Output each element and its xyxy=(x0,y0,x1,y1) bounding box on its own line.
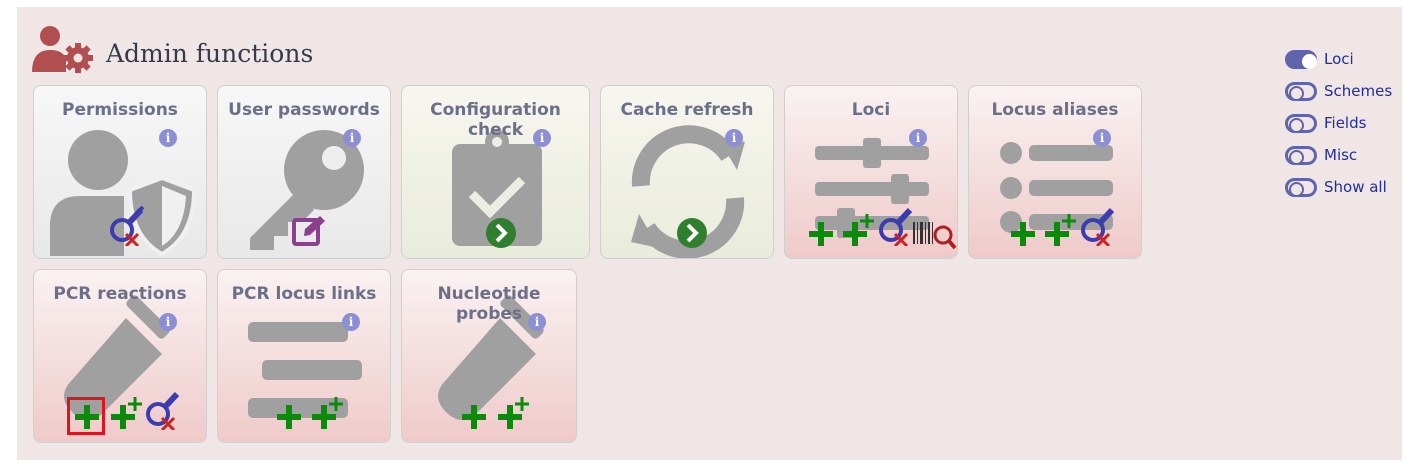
tile-locus-aliases[interactable]: Locus aliases i xyxy=(968,85,1142,259)
toggle-label[interactable]: Schemes xyxy=(1324,82,1392,100)
tile-user-passwords[interactable]: User passwords i xyxy=(217,85,391,259)
batch-add-icon[interactable] xyxy=(496,395,532,431)
toggle-label[interactable]: Loci xyxy=(1324,50,1354,68)
toggle-show-all[interactable]: Show all xyxy=(1285,171,1392,203)
toggle-switch[interactable] xyxy=(1285,177,1317,197)
query-edit-icon[interactable] xyxy=(144,390,182,430)
toggle-label[interactable]: Fields xyxy=(1324,114,1366,132)
tile-pcr-reactions[interactable]: PCR reactions i xyxy=(33,269,207,443)
info-icon[interactable]: i xyxy=(159,313,177,331)
toggle-misc[interactable]: Misc xyxy=(1285,139,1392,171)
toggle-switch[interactable] xyxy=(1285,81,1317,101)
info-icon[interactable]: i xyxy=(343,129,361,147)
add-icon[interactable] xyxy=(275,403,303,431)
admin-user-gear-icon xyxy=(32,26,93,73)
info-icon[interactable]: i xyxy=(725,129,743,147)
toggle-switch[interactable] xyxy=(1285,49,1317,69)
admin-header: Admin functions xyxy=(32,24,313,76)
batch-add-icon[interactable] xyxy=(109,395,145,431)
highlight-box xyxy=(67,397,105,435)
query-edit-icon[interactable] xyxy=(1079,206,1117,246)
add-icon[interactable] xyxy=(460,403,488,431)
tile-title: Permissions xyxy=(62,100,178,120)
go-icon[interactable] xyxy=(486,218,516,248)
page-title: Admin functions xyxy=(106,38,314,68)
toggle-label[interactable]: Show all xyxy=(1324,178,1387,196)
tile-title: Nucleotide probes xyxy=(437,284,541,324)
add-icon[interactable] xyxy=(1009,220,1037,248)
barcode-search-icon[interactable] xyxy=(913,220,957,250)
tile-cache-refresh[interactable]: Cache refresh i xyxy=(600,85,774,259)
add-icon[interactable] xyxy=(807,220,835,248)
tile-title: User passwords xyxy=(228,100,380,120)
edit-icon[interactable] xyxy=(292,214,328,248)
toggle-switch[interactable] xyxy=(1285,113,1317,133)
tile-title: Configuration check xyxy=(430,100,561,140)
batch-add-icon[interactable] xyxy=(1043,212,1079,248)
tile-title: Loci xyxy=(851,100,891,120)
tile-nucleotide-probes[interactable]: Nucleotide probes i xyxy=(401,269,577,443)
tile-loci[interactable]: Loci i xyxy=(784,85,958,259)
info-icon[interactable]: i xyxy=(342,313,360,331)
tile-permissions[interactable]: Permissions i xyxy=(33,85,207,259)
query-edit-icon[interactable] xyxy=(108,206,146,246)
filter-toggles: Loci Schemes Fields Misc Show all xyxy=(1285,43,1392,203)
tile-configuration-check[interactable]: Configuration check i xyxy=(401,85,590,259)
tile-pcr-locus-links[interactable]: PCR locus links i xyxy=(217,269,391,443)
toggle-switch[interactable] xyxy=(1285,145,1317,165)
info-icon[interactable]: i xyxy=(528,313,546,331)
tile-title: Cache refresh xyxy=(620,100,754,120)
tile-title: PCR reactions xyxy=(53,284,187,304)
info-icon[interactable]: i xyxy=(159,129,177,147)
batch-add-icon[interactable] xyxy=(841,212,877,248)
toggle-schemes[interactable]: Schemes xyxy=(1285,75,1392,107)
batch-add-icon[interactable] xyxy=(310,395,346,431)
info-icon[interactable]: i xyxy=(1093,129,1111,147)
query-edit-icon[interactable] xyxy=(877,206,915,246)
info-icon[interactable]: i xyxy=(909,129,927,147)
info-icon[interactable]: i xyxy=(533,129,551,147)
toggle-loci[interactable]: Loci xyxy=(1285,43,1392,75)
tile-title: Locus aliases xyxy=(991,100,1119,120)
tile-title: PCR locus links xyxy=(231,284,377,304)
toggle-fields[interactable]: Fields xyxy=(1285,107,1392,139)
go-icon[interactable] xyxy=(677,218,707,248)
toggle-label[interactable]: Misc xyxy=(1324,146,1357,164)
